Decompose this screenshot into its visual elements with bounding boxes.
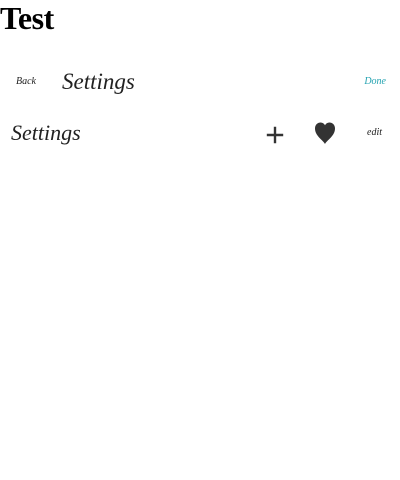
heart-icon (310, 117, 340, 147)
back-button[interactable]: Back (16, 76, 36, 88)
settings-navigation-bar: Back Settings Done (0, 62, 400, 104)
toolbar-title: Settings (11, 120, 81, 145)
add-button[interactable] (260, 120, 290, 150)
settings-toolbar: Settings edit (0, 112, 400, 154)
favorite-button[interactable] (310, 117, 340, 147)
done-button[interactable]: Done (364, 76, 386, 88)
edit-button[interactable]: edit (367, 127, 382, 139)
plus-icon (260, 120, 290, 150)
navigation-title: Settings (62, 69, 135, 94)
page-title: Test (0, 0, 54, 36)
test-page: Test Back Settings Done Settings edit (0, 0, 400, 480)
